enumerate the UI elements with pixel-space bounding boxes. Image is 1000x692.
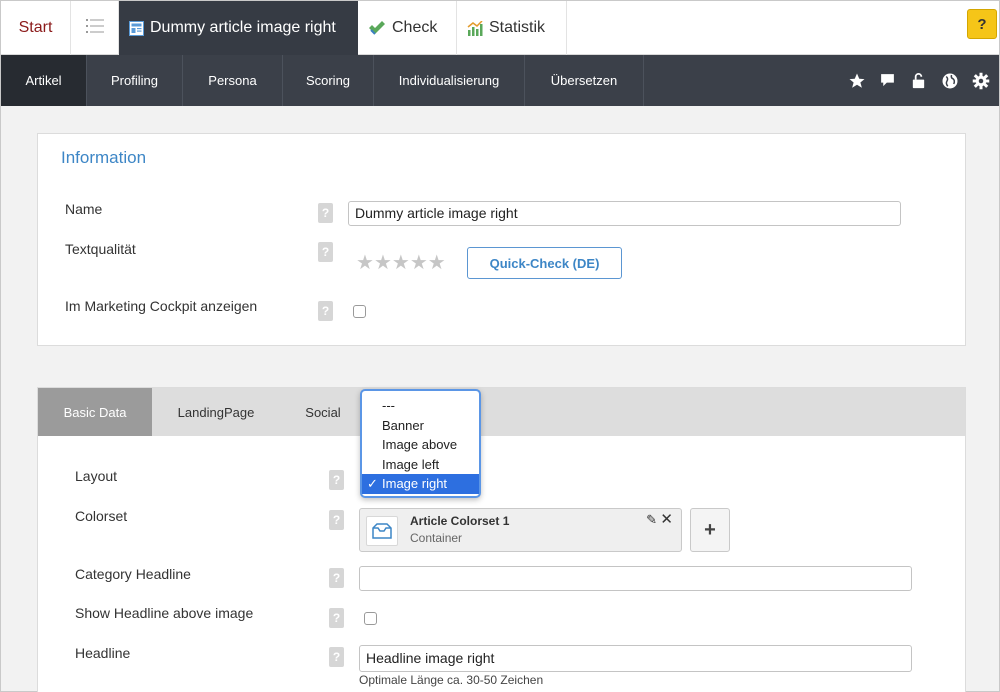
name-help-icon[interactable]: ? — [318, 203, 333, 223]
layout-option[interactable]: --- — [362, 396, 479, 416]
show-headline-help-icon[interactable]: ? — [329, 608, 344, 628]
star-rating-icon: ★ — [391, 252, 410, 274]
star-rating-icon: ★ — [409, 252, 428, 274]
layout-dropdown[interactable]: --- Banner Image above Image left ✓ Imag… — [360, 389, 481, 498]
layout-option[interactable]: Banner — [362, 416, 479, 436]
unlock-icon[interactable] — [908, 70, 929, 91]
star-rating-icon: ★ — [356, 252, 374, 274]
nav-artikel[interactable]: Artikel — [1, 55, 87, 106]
nav-scoring-label: Scoring — [305, 73, 351, 88]
tab-landingpage[interactable]: LandingPage — [152, 388, 280, 436]
show-headline-label: Show Headline above image — [75, 605, 254, 621]
layout-option[interactable]: Image above — [362, 435, 479, 455]
nav-uebersetzen[interactable]: Übersetzen — [525, 55, 644, 106]
tab-statistik[interactable]: Statistik — [457, 1, 567, 55]
colorset-selection[interactable]: Article Colorset 1 Container ✎ ✕ — [359, 508, 682, 552]
headline-label: Headline — [75, 645, 131, 661]
tab-statistik-label: Statistik — [489, 19, 546, 36]
layout-label: Layout — [75, 468, 118, 484]
show-headline-checkbox[interactable] — [364, 612, 377, 625]
nav-individualisierung[interactable]: Individualisierung — [374, 55, 525, 106]
textqualitaet-label: Textqualität — [65, 241, 136, 257]
layout-option-selected[interactable]: ✓ Image right — [362, 474, 479, 494]
text-quality-stars: ★ ★ ★ ★ ★ — [356, 253, 446, 273]
main-nav: Artikel Profiling Persona Scoring Indivi… — [1, 55, 999, 106]
star-rating-icon: ★ — [373, 252, 392, 274]
help-button-label: ? — [977, 15, 987, 33]
top-tab-bar: Start Dummy article image right Check St… — [1, 1, 999, 55]
name-label: Name — [65, 201, 103, 217]
colorset-help-icon[interactable]: ? — [329, 510, 344, 530]
help-mark: ? — [321, 206, 330, 220]
help-mark: ? — [332, 473, 341, 487]
layout-help-icon[interactable]: ? — [329, 470, 344, 490]
help-mark: ? — [321, 245, 330, 259]
check-icon — [368, 20, 386, 36]
globe-icon[interactable] — [939, 70, 960, 91]
marketing-help-icon[interactable]: ? — [318, 301, 333, 321]
section-tabstrip: Basic Data LandingPage Social — [38, 388, 965, 436]
tab-social-label: Social — [305, 404, 341, 420]
plus-icon: + — [704, 518, 716, 541]
tab-check-label: Check — [392, 19, 438, 36]
colorset-title: Article Colorset 1 — [410, 514, 510, 528]
tab-landingpage-label: LandingPage — [177, 404, 255, 420]
tab-start[interactable]: Start — [1, 1, 71, 55]
colorset-label: Colorset — [75, 508, 128, 524]
nav-profiling-label: Profiling — [111, 73, 158, 88]
help-mark: ? — [332, 571, 341, 585]
quick-check-button[interactable]: Quick-Check (DE) — [467, 247, 622, 279]
textqualitaet-help-icon[interactable]: ? — [318, 242, 333, 262]
tab-basic-data[interactable]: Basic Data — [38, 388, 152, 436]
layout-option[interactable]: Image left — [362, 455, 479, 475]
colorset-subtitle: Container — [410, 531, 463, 545]
nav-artikel-label: Artikel — [25, 73, 62, 88]
article-icon — [129, 20, 144, 36]
nav-persona-label: Persona — [208, 73, 257, 88]
name-input[interactable]: Dummy article image right — [348, 201, 901, 226]
comment-icon[interactable] — [877, 70, 898, 91]
list-icon — [85, 18, 104, 38]
help-mark: ? — [332, 513, 341, 527]
edit-icon[interactable]: ✎ — [646, 512, 657, 528]
nav-persona[interactable]: Persona — [183, 55, 283, 106]
help-mark: ? — [332, 611, 341, 625]
tab-article-label: Dummy article image right — [150, 19, 336, 36]
nav-uebersetzen-label: Übersetzen — [550, 73, 618, 88]
tab-list[interactable] — [71, 1, 119, 55]
star-icon[interactable] — [846, 70, 867, 91]
checkmark-icon: ✓ — [367, 476, 378, 491]
nav-individualisierung-label: Individualisierung — [398, 73, 500, 88]
information-title: Information — [61, 148, 147, 167]
nav-profiling[interactable]: Profiling — [87, 55, 183, 106]
statistics-icon — [467, 20, 483, 36]
category-headline-input[interactable] — [359, 566, 912, 591]
tab-social[interactable]: Social — [280, 388, 366, 436]
marketing-cockpit-checkbox[interactable] — [353, 305, 366, 318]
gear-icon[interactable] — [970, 70, 991, 91]
layout-option-selected-label: Image right — [382, 476, 448, 491]
nav-icon-group — [846, 55, 991, 106]
help-mark: ? — [332, 650, 341, 664]
close-icon[interactable]: ✕ — [660, 510, 673, 528]
category-headline-help-icon[interactable]: ? — [329, 568, 344, 588]
help-button[interactable]: ? — [967, 9, 997, 39]
headline-hint: Optimale Länge ca. 30-50 Zeichen — [359, 673, 544, 687]
information-panel: Information — [37, 133, 966, 346]
tab-basic-data-label: Basic Data — [63, 404, 127, 420]
container-icon — [366, 516, 398, 546]
help-mark: ? — [321, 304, 330, 318]
marketing-cockpit-label: Im Marketing Cockpit anzeigen — [65, 298, 258, 314]
headline-help-icon[interactable]: ? — [329, 647, 344, 667]
headline-input[interactable]: Headline image right — [359, 645, 912, 672]
tab-article[interactable]: Dummy article image right — [119, 1, 358, 55]
tab-check[interactable]: Check — [358, 1, 457, 55]
add-colorset-button[interactable]: + — [690, 508, 730, 552]
tab-start-label: Start — [18, 19, 53, 36]
category-headline-label: Category Headline — [75, 566, 191, 582]
nav-scoring[interactable]: Scoring — [283, 55, 374, 106]
star-rating-icon: ★ — [427, 252, 446, 274]
